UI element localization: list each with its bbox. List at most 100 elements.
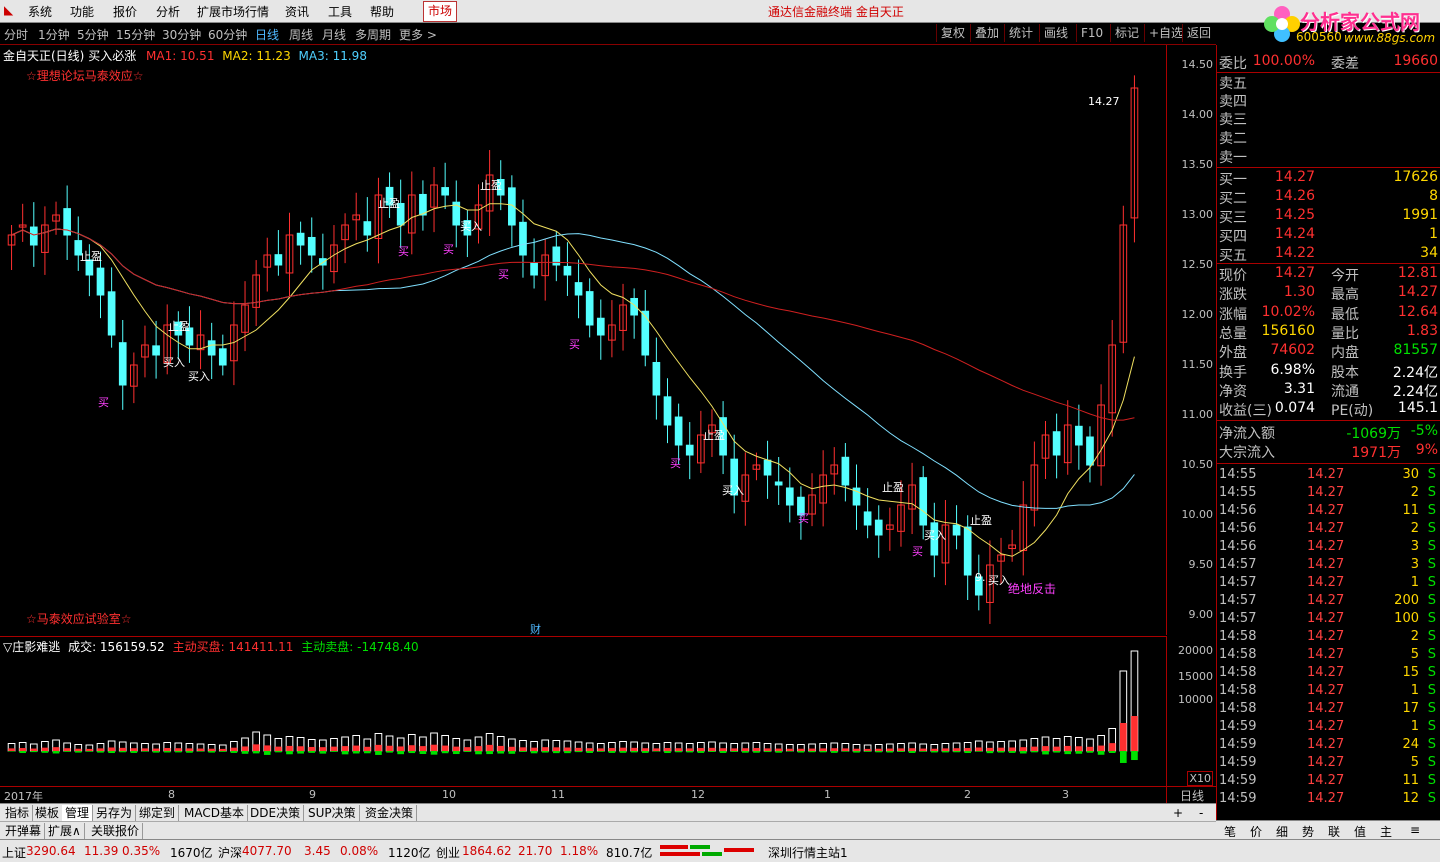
- tick-price: 14.27: [1307, 485, 1345, 500]
- menu-analysis[interactable]: 分析: [156, 3, 180, 20]
- period-week[interactable]: 周线: [289, 26, 313, 43]
- sell-volume-bar: [1031, 751, 1038, 753]
- menu-quote[interactable]: 报价: [113, 3, 137, 20]
- buy-volume-bar: [74, 748, 82, 751]
- buy-volume-bar: [19, 748, 27, 751]
- buy-volume-bar: [397, 746, 405, 751]
- sell-volume-bar: [252, 751, 260, 754]
- tab-manage[interactable]: 管理: [62, 805, 94, 821]
- candle-body: [274, 254, 283, 266]
- tab-dde[interactable]: DDE决策: [247, 805, 305, 821]
- site-logo: 分析家公式网 600560 www.88gs.com: [1262, 4, 1438, 45]
- period-1min[interactable]: 1分钟: [38, 26, 70, 43]
- period-30min[interactable]: 30分钟: [162, 26, 201, 43]
- index-cy-label[interactable]: 创业: [436, 844, 460, 861]
- bid-row: 买四 14.24 1: [1217, 226, 1440, 245]
- tab-price[interactable]: 价: [1250, 823, 1262, 840]
- candle-body: [29, 226, 38, 246]
- app-logo-icon[interactable]: ◣: [4, 3, 13, 17]
- period-multi[interactable]: 多周期: [355, 26, 391, 43]
- tab-macd[interactable]: MACD基本: [181, 805, 248, 821]
- period-15min[interactable]: 15分钟: [116, 26, 155, 43]
- stat-value: 14.27: [1397, 284, 1438, 301]
- tab-link[interactable]: 联: [1328, 823, 1340, 840]
- menu-ext-market[interactable]: 扩展市场行情: [197, 3, 269, 20]
- tick-volume: 24: [1402, 737, 1419, 752]
- tab-danmaku[interactable]: 开弹幕: [2, 823, 46, 839]
- btn-draw[interactable]: 画线: [1039, 24, 1072, 42]
- period-5min[interactable]: 5分钟: [77, 26, 109, 43]
- tab-value[interactable]: 值: [1354, 823, 1366, 840]
- tick-time: 14:58: [1219, 683, 1257, 698]
- btn-stats[interactable]: 统计: [1004, 24, 1037, 42]
- tab-menu-icon[interactable]: ≡: [1410, 823, 1420, 837]
- tick-price: 14.27: [1307, 575, 1345, 590]
- tab-bind[interactable]: 绑定到: [136, 805, 180, 821]
- btn-fuquan[interactable]: 复权: [936, 24, 969, 42]
- tab-template[interactable]: 模板: [32, 805, 64, 821]
- period-tick[interactable]: 分时: [4, 26, 28, 43]
- tab-fund[interactable]: 资金决策: [362, 805, 418, 821]
- period-more[interactable]: 更多 >: [399, 26, 437, 43]
- index-cy-chg: 21.70: [518, 844, 553, 858]
- market-button[interactable]: 市场: [423, 1, 457, 22]
- btn-add-watchlist[interactable]: +自选: [1144, 24, 1187, 42]
- index-hs-label[interactable]: 沪深: [218, 844, 242, 861]
- tab-expand[interactable]: 扩展∧: [45, 823, 85, 839]
- btn-back[interactable]: 返回: [1182, 24, 1215, 42]
- btn-mark[interactable]: 标记: [1110, 24, 1143, 42]
- buy-in-label: 买入: [188, 370, 210, 383]
- buy-volume-bar: [919, 748, 927, 751]
- zoom-in-icon[interactable]: +: [1170, 805, 1186, 821]
- tick-row: 14:56 14.27 3 S: [1217, 539, 1440, 557]
- tab-detail[interactable]: 细: [1276, 823, 1288, 840]
- sell-volume-bar: [864, 751, 871, 752]
- tick-row: 14:56 14.27 2 S: [1217, 521, 1440, 539]
- buy-volume-bar: [953, 748, 960, 751]
- period-day[interactable]: 日线: [255, 26, 279, 43]
- tick-side: S: [1427, 647, 1436, 662]
- tab-indicator[interactable]: 指标: [2, 805, 34, 821]
- menu-help[interactable]: 帮助: [370, 3, 394, 20]
- index-sh-label[interactable]: 上证: [2, 844, 26, 861]
- menu-news[interactable]: 资讯: [285, 3, 309, 20]
- volume-chart[interactable]: ▽庄影难逃 成交: 156159.52 主动买盘: 141411.11 主动卖盘…: [0, 636, 1166, 787]
- ma-short-line: [11, 203, 1135, 557]
- buy-volume-bar: [475, 746, 482, 751]
- tab-main[interactable]: 主: [1380, 823, 1392, 840]
- sell-volume-bar: [1108, 751, 1116, 753]
- menu-tools[interactable]: 工具: [328, 3, 352, 20]
- ask-row: 卖四: [1217, 91, 1440, 110]
- vol-tick: 20000: [1178, 644, 1213, 657]
- period-month[interactable]: 月线: [322, 26, 346, 43]
- menu-function[interactable]: 功能: [70, 3, 94, 20]
- bid-row: 买五 14.22 34: [1217, 245, 1440, 264]
- tab-related-quote[interactable]: 关联报价: [88, 823, 144, 839]
- sell-volume-bar: [8, 751, 15, 752]
- sell-volume-bar: [830, 751, 838, 753]
- tick-time: 14:57: [1219, 611, 1257, 626]
- menu-system[interactable]: 系统: [28, 3, 52, 20]
- tab-save-as[interactable]: 另存为: [93, 805, 137, 821]
- server-station[interactable]: 深圳行情主站1: [768, 844, 848, 861]
- zoom-out-icon[interactable]: -: [1196, 805, 1206, 821]
- tab-sup[interactable]: SUP决策: [305, 805, 360, 821]
- sell-volume-bar: [52, 751, 60, 754]
- buy-in-label: 买入: [722, 484, 744, 497]
- price-tick: 10.50: [1181, 458, 1214, 471]
- btn-overlay[interactable]: 叠加: [970, 24, 1003, 42]
- btn-f10[interactable]: F10: [1076, 24, 1107, 42]
- ask1-label: 卖一: [1219, 150, 1247, 166]
- candle-body: [652, 361, 661, 396]
- tab-trend[interactable]: 势: [1302, 823, 1314, 840]
- kline-chart[interactable]: 金自天正(日线) 买入必涨 MA1: 10.51 MA2: 11.23 MA3:…: [0, 45, 1166, 636]
- price-tick: 11.00: [1181, 408, 1214, 421]
- period-60min[interactable]: 60分钟: [208, 26, 247, 43]
- flow-value: 1971万: [1351, 445, 1401, 461]
- tab-tick[interactable]: 笔: [1224, 823, 1236, 840]
- tick-side: S: [1427, 701, 1436, 716]
- vol-unit: X10: [1187, 771, 1213, 786]
- sell-volume-bar: [608, 751, 616, 753]
- stat-label: 今开: [1331, 268, 1359, 284]
- buy-volume-bar: [352, 745, 360, 751]
